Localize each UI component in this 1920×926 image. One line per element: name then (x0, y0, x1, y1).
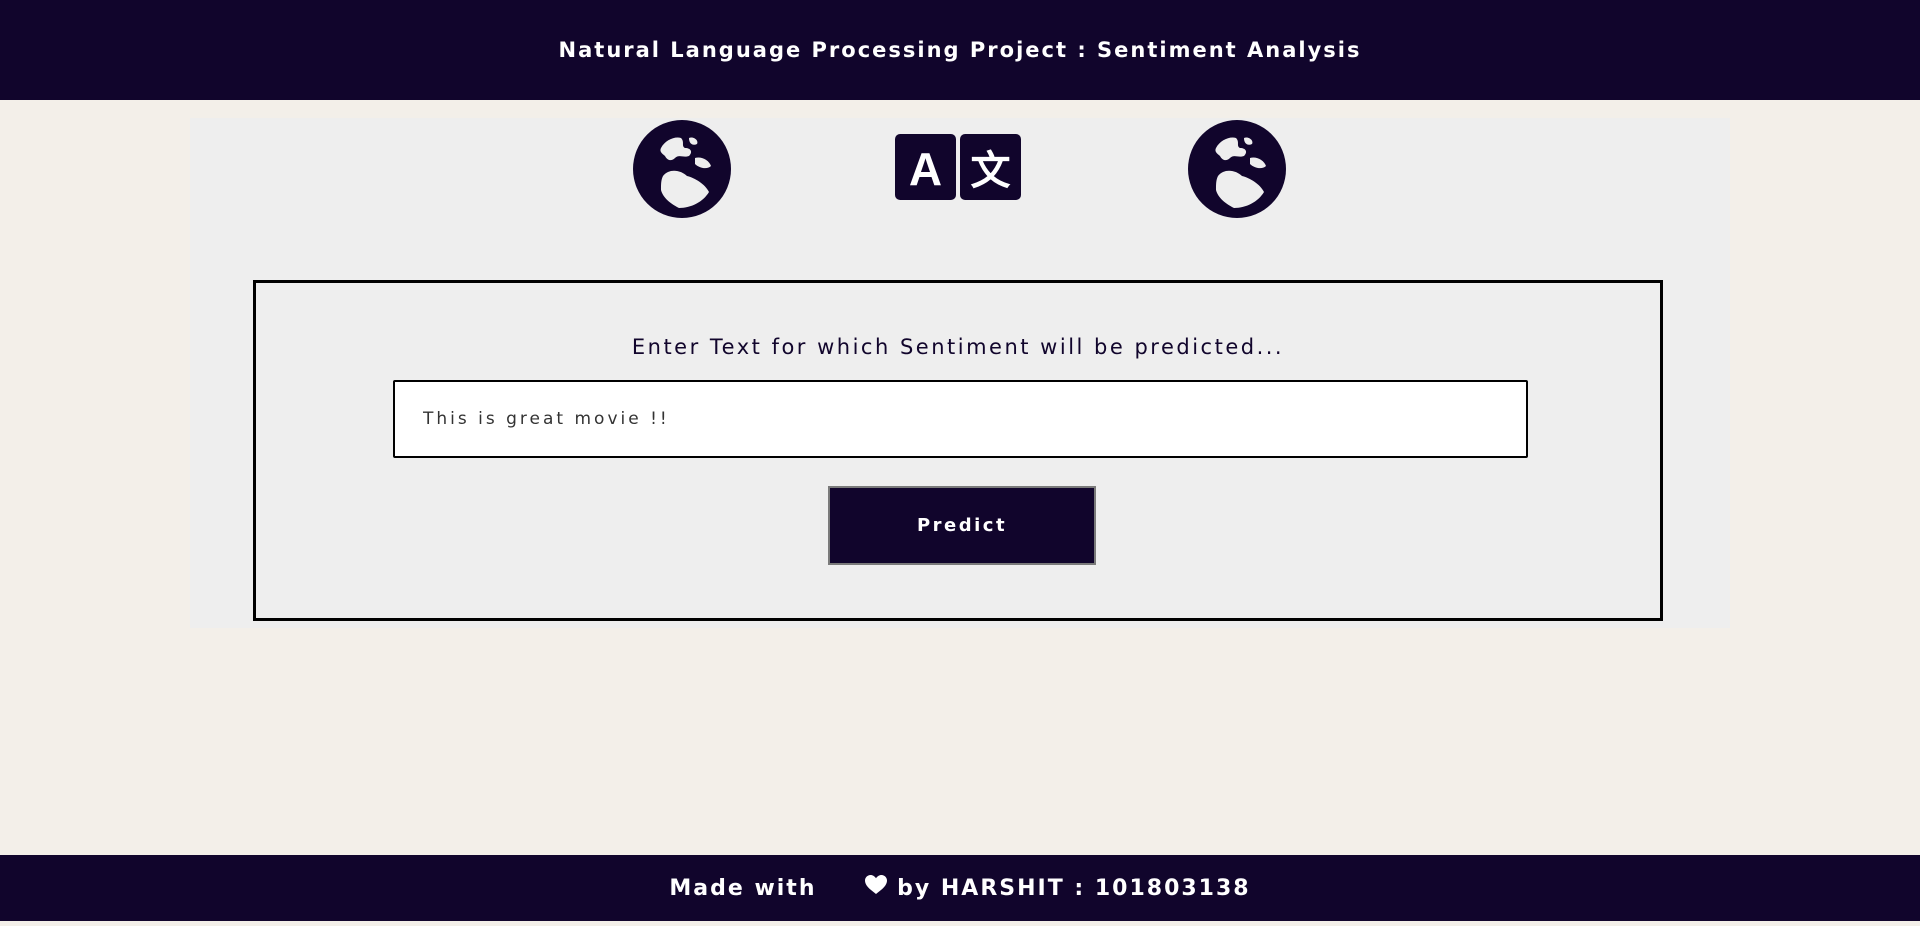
footer-author: by HARSHIT : 101803138 (897, 875, 1251, 901)
translate-letter-a: A (909, 143, 942, 195)
globe-icon (631, 118, 733, 220)
translate-letter-cjk: 文 (971, 148, 1011, 194)
footer-made-with: Made with (669, 875, 817, 901)
predict-button[interactable]: Predict (828, 486, 1096, 565)
page-title: Natural Language Processing Project : Se… (558, 38, 1362, 62)
globe-icon (1186, 118, 1288, 220)
page-footer: Made with by HARSHIT : 101803138 (0, 855, 1920, 921)
input-prompt: Enter Text for which Sentiment will be p… (631, 335, 1285, 359)
translate-icon: A 文 (895, 134, 1021, 200)
heart-icon (827, 850, 888, 926)
page-header: Natural Language Processing Project : Se… (0, 0, 1920, 100)
sentiment-form: Enter Text for which Sentiment will be p… (253, 280, 1663, 621)
sentiment-text-input[interactable] (393, 380, 1528, 458)
icon-row: A 文 (0, 118, 1920, 220)
